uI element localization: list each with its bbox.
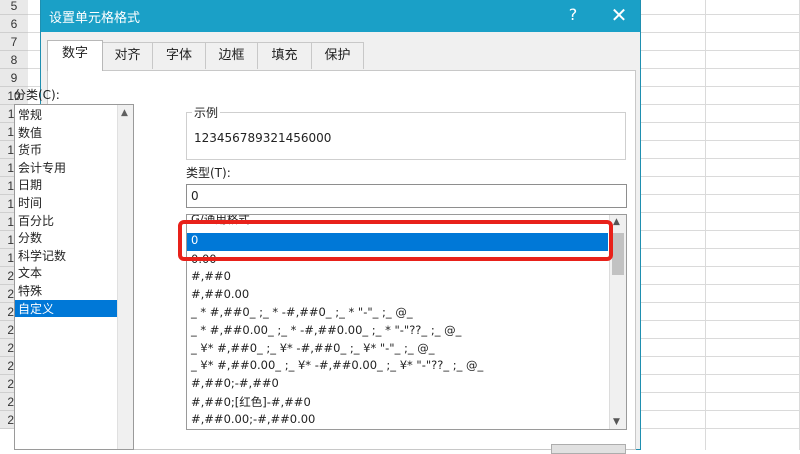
format-item[interactable]: _ * #,##0.00_ ;_ * -#,##0.00_ ;_ * "-"??…: [187, 323, 608, 341]
row-header[interactable]: 5: [0, 0, 28, 15]
red-highlight-annotation: [178, 220, 613, 261]
format-item[interactable]: _ ¥* #,##0.00_ ;_ ¥* -#,##0.00_ ;_ ¥* "-…: [187, 358, 608, 376]
dialog-title: 设置单元格格式: [49, 11, 141, 26]
sample-label: 示例: [192, 104, 221, 121]
category-item-special[interactable]: 特殊: [15, 282, 133, 300]
close-button[interactable]: ✕: [606, 3, 632, 27]
category-item-accounting[interactable]: 会计专用: [15, 159, 133, 177]
category-item-custom[interactable]: 自定义: [15, 299, 119, 318]
row-header[interactable]: 9: [0, 69, 28, 87]
format-item[interactable]: #,##0;-#,##0: [187, 376, 608, 394]
grid-column-line: [705, 0, 706, 450]
sample-value: 123456789321456000: [194, 131, 332, 145]
row-header[interactable]: 6: [0, 15, 28, 33]
category-item-number[interactable]: 数值: [15, 124, 133, 142]
category-item-currency[interactable]: 货币: [15, 141, 133, 159]
dialog-titlebar[interactable]: 设置单元格格式 ? ✕: [41, 0, 640, 32]
format-item[interactable]: #,##0.00;-#,##0.00: [187, 412, 608, 429]
category-scrollbar[interactable]: ▲: [117, 105, 133, 449]
category-item-time[interactable]: 时间: [15, 194, 133, 212]
category-item-percentage[interactable]: 百分比: [15, 212, 133, 230]
scroll-down-icon[interactable]: ▼: [613, 417, 620, 427]
tab-protection[interactable]: 保护: [311, 42, 364, 69]
dialog-button-partial[interactable]: [551, 444, 626, 454]
type-input[interactable]: 0: [186, 184, 627, 208]
tab-number[interactable]: 数字: [47, 40, 103, 71]
format-item[interactable]: _ * #,##0_ ;_ * -#,##0_ ;_ * "-"_ ;_ @_: [187, 305, 608, 323]
tab-fill[interactable]: 填充: [257, 42, 312, 69]
row-header[interactable]: 8: [0, 51, 28, 69]
category-item-date[interactable]: 日期: [15, 176, 133, 194]
format-item[interactable]: #,##0: [187, 269, 608, 287]
tab-border[interactable]: 边框: [205, 42, 258, 69]
help-button[interactable]: ?: [560, 3, 586, 27]
format-item[interactable]: _ ¥* #,##0_ ;_ ¥* -#,##0_ ;_ ¥* "-"_ ;_ …: [187, 341, 608, 359]
category-list[interactable]: 常规 数值 货币 会计专用 日期 时间 百分比 分数 科学记数 文本 特殊 自定…: [14, 104, 134, 450]
category-label: 分类(C):: [14, 88, 60, 102]
format-item[interactable]: #,##0.00: [187, 287, 608, 305]
category-item-scientific[interactable]: 科学记数: [15, 247, 133, 265]
category-item-general[interactable]: 常规: [15, 106, 133, 124]
format-item[interactable]: #,##0;[红色]-#,##0: [187, 394, 608, 412]
category-item-text[interactable]: 文本: [15, 264, 133, 282]
scroll-up-icon[interactable]: ▲: [613, 217, 620, 227]
scrollbar-thumb[interactable]: [612, 233, 624, 275]
scroll-up-icon[interactable]: ▲: [121, 108, 128, 118]
category-item-fraction[interactable]: 分数: [15, 229, 133, 247]
row-header[interactable]: 7: [0, 33, 28, 51]
tab-font[interactable]: 字体: [152, 42, 206, 69]
type-label: 类型(T):: [186, 166, 231, 180]
tab-alignment[interactable]: 对齐: [102, 42, 153, 69]
